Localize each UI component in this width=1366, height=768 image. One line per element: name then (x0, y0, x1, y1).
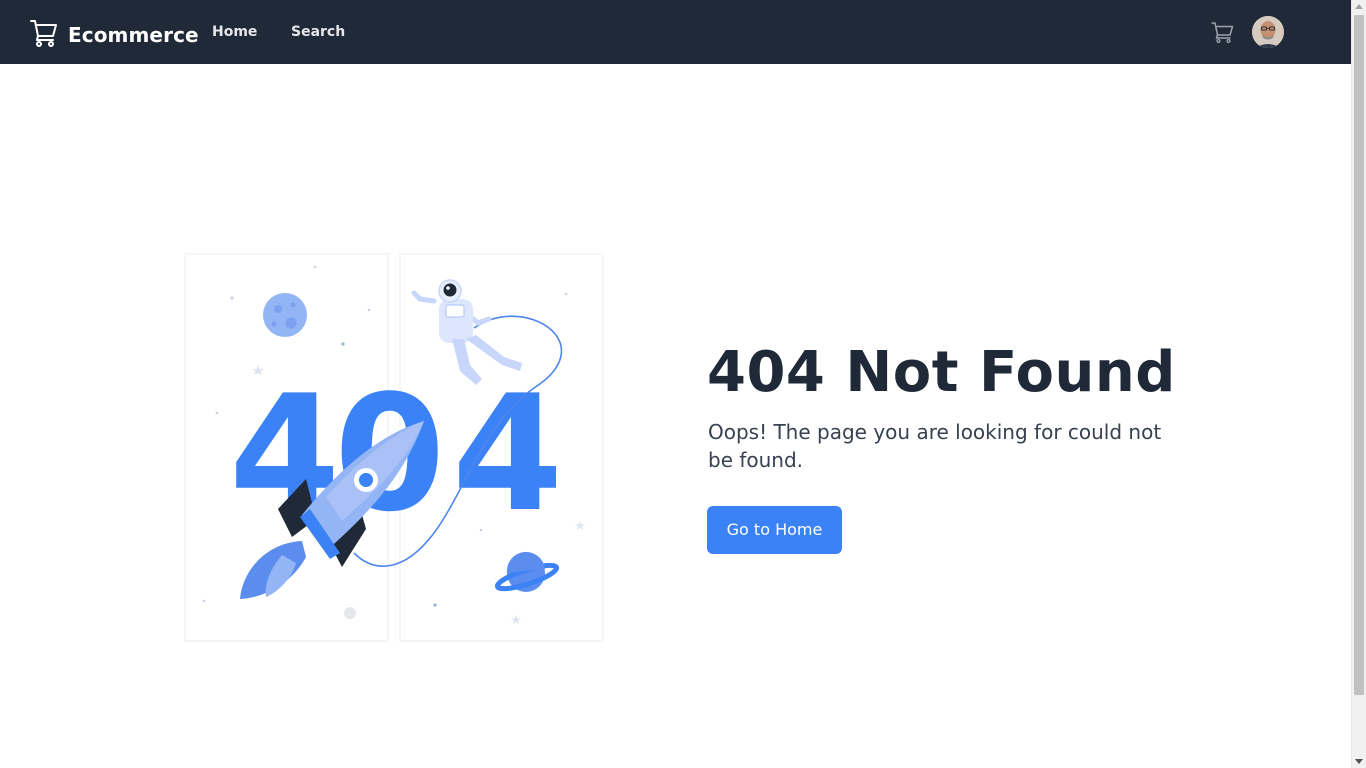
cart-icon (1211, 22, 1234, 44)
go-home-button[interactable]: Go to Home (707, 506, 842, 554)
vertical-scrollbar[interactable] (1351, 0, 1366, 768)
not-found-illustration: 4 0 4 (184, 253, 604, 642)
nav-link-home[interactable]: Home (212, 22, 257, 42)
error-message: Oops! The page you are looking for could… (708, 420, 1162, 472)
user-avatar[interactable] (1252, 16, 1284, 48)
avatar-image (1252, 16, 1284, 48)
page-root: Ecommerce Home Search 4 4 404 Not Found … (0, 0, 1366, 768)
cart-button[interactable] (1210, 20, 1236, 44)
scroll-down-arrow-icon[interactable] (1355, 759, 1363, 764)
brand-link[interactable]: Ecommerce (28, 14, 199, 50)
top-navbar: Ecommerce Home Search (0, 0, 1351, 64)
page-title: 404 Not Found (707, 340, 1176, 405)
shopping-cart-icon (30, 20, 57, 47)
scrollbar-thumb[interactable] (1354, 15, 1364, 695)
nav-link-search[interactable]: Search (291, 22, 345, 42)
scroll-up-arrow-icon[interactable] (1355, 4, 1363, 9)
brand-name: Ecommerce (68, 23, 199, 47)
svg-text:4: 4 (452, 360, 557, 547)
